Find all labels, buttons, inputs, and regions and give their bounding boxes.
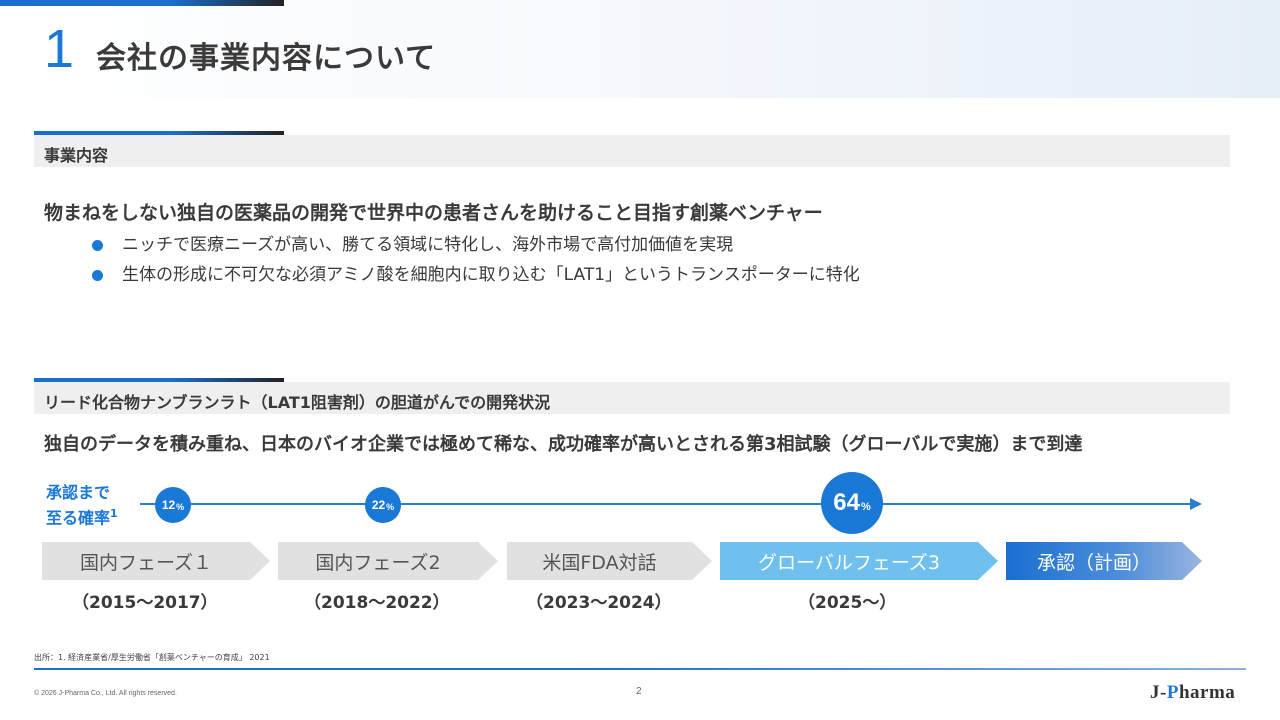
phase-period: （2023～2024）: [526, 593, 672, 613]
page-number: 2: [636, 686, 642, 697]
section-label: リード化合物ナンブランラト（LAT1阻害剤）の胆道がんでの開発状況: [44, 393, 551, 412]
business-lead: 物まねをしない独自の医薬品の開発で世界中の患者さんを助けること目指す創薬ベンチャ…: [44, 202, 823, 224]
section-bar-development: リード化合物ナンブランラト（LAT1阻害剤）の胆道がんでの開発状況: [34, 378, 1230, 414]
bullet-item: 生体の形成に不可欠な必須アミノ酸を細胞内に取り込む「LAT1」というトランスポー…: [92, 264, 860, 294]
phase-approval-plan: 承認（計画）: [1006, 542, 1202, 580]
page-title: 会社の事業内容について: [96, 41, 437, 76]
source-footnote: 出所：1. 経済産業省/厚生労働省「創薬ベンチャーの育成」 2021: [34, 653, 270, 662]
timeline-line: [140, 503, 1192, 505]
approval-probability-label: 承認まで 至る確率1: [46, 483, 118, 528]
section-bar-business: 事業内容: [34, 131, 1230, 167]
probability-bubble-large: 64%: [821, 472, 883, 534]
phase-period: （2015～2017）: [72, 593, 218, 613]
timeline-arrow-icon: [1190, 498, 1202, 510]
phase-domestic-2: 国内フェーズ2: [278, 542, 498, 580]
development-lead: 独自のデータを積み重ね、日本のバイオ企業では極めて稀な、成功確率が高いとされる第…: [44, 434, 1083, 455]
phase-domestic-1: 国内フェーズ１: [42, 542, 270, 580]
section-label: 事業内容: [44, 146, 109, 165]
phase-fda-dialogue: 米国FDA対話: [507, 542, 712, 580]
phase-period: （2025～）: [798, 593, 897, 613]
probability-bubble: 22%: [365, 487, 401, 523]
phase-period: （2018～2022）: [304, 593, 450, 613]
business-bullet-list: ニッチで医療ニーズが高い、勝てる領域に特化し、海外市場で高付加価値を実現 生体の…: [92, 234, 860, 294]
section-accent-line: [34, 378, 284, 382]
header-accent-line: [0, 0, 284, 6]
section-accent-line: [34, 131, 284, 135]
section-number: 1: [44, 19, 75, 79]
company-logo: J-Pharma: [1150, 682, 1236, 703]
bullet-item: ニッチで医療ニーズが高い、勝てる領域に特化し、海外市場で高付加価値を実現: [92, 234, 860, 264]
copyright: © 2026 J-Pharma Co., Ltd. All rights res…: [34, 690, 177, 697]
footer-line: [34, 668, 1246, 670]
phase-global-3: グローバルフェーズ3: [720, 542, 998, 580]
probability-bubble: 12%: [155, 487, 191, 523]
